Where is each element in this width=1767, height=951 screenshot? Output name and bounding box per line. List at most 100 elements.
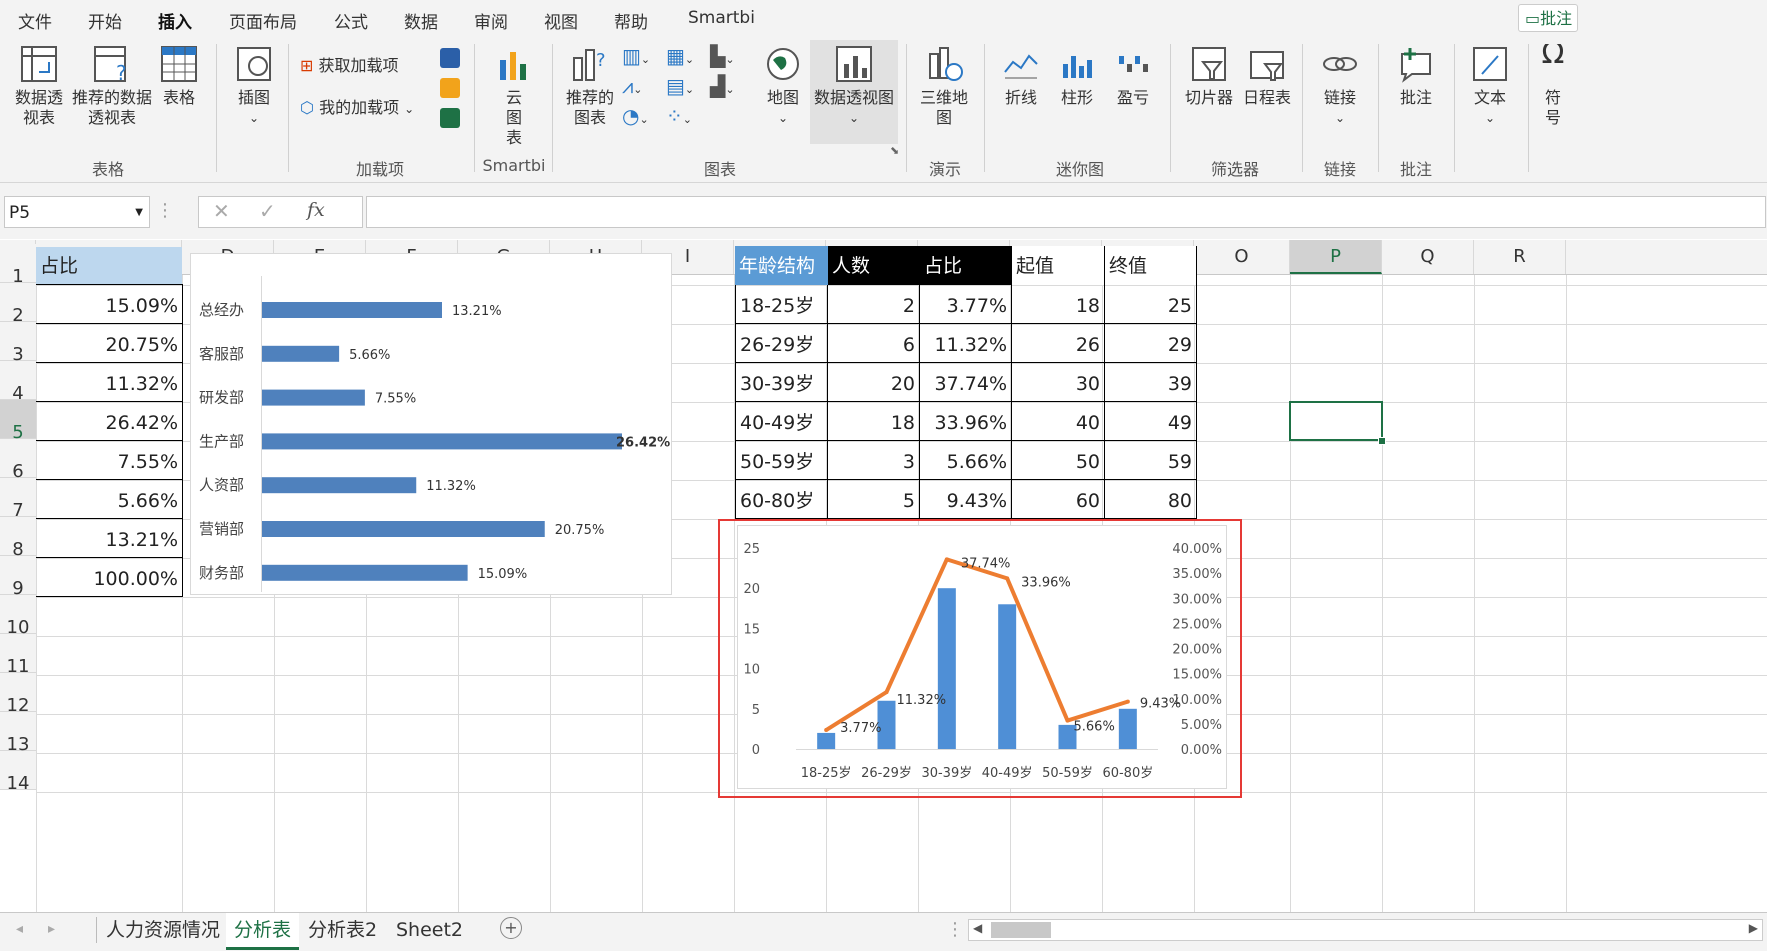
table-cell[interactable]: 60: [1012, 480, 1105, 519]
column-header[interactable]: Q: [1382, 240, 1474, 274]
map-chart-button[interactable]: 地图 ⌄: [758, 44, 808, 128]
sparkline-line-button[interactable]: 折线: [996, 44, 1046, 108]
statistic-chart-icon[interactable]: ▤⌄: [666, 74, 700, 100]
recommended-pivot-button[interactable]: ? 推荐的数据透视表: [72, 44, 152, 128]
row-header[interactable]: 13: [0, 712, 36, 755]
column-bar[interactable]: [998, 604, 1017, 749]
column-header[interactable]: R: [1474, 240, 1566, 274]
table-cell[interactable]: 33.96%: [920, 402, 1012, 441]
row-header[interactable]: 4: [0, 361, 36, 404]
table-cell[interactable]: 30: [1012, 363, 1105, 402]
scroll-left-arrow-icon[interactable]: ◀: [973, 921, 982, 935]
menu-file[interactable]: 文件: [18, 8, 52, 33]
bar[interactable]: [262, 345, 340, 362]
table-cell[interactable]: 30-39岁: [735, 363, 828, 402]
sheet-tab[interactable]: 人力资源情况: [106, 913, 220, 947]
table-cell[interactable]: 50-59岁: [735, 441, 828, 480]
menu-data[interactable]: 数据: [404, 8, 438, 33]
table-cell[interactable]: 3: [828, 441, 920, 480]
selected-cell-p5[interactable]: [1289, 401, 1383, 441]
link-button[interactable]: 链接 ⌄: [1312, 44, 1368, 128]
table-cell[interactable]: 5.66%: [920, 441, 1012, 480]
scatter-chart-icon[interactable]: ⁘⌄: [666, 104, 700, 130]
table-header-cell[interactable]: 起值: [1012, 246, 1105, 285]
line-point[interactable]: [1005, 576, 1010, 581]
dialog-launcher-icon[interactable]: ⬊: [890, 144, 899, 157]
recommended-charts-button[interactable]: ? 推荐的图表: [562, 44, 618, 128]
pie-chart-icon[interactable]: ◔⌄: [622, 104, 656, 130]
row-header[interactable]: 8: [0, 517, 36, 560]
symbol-button[interactable]: Ω 符号: [1538, 44, 1568, 128]
new-comment-button[interactable]: 批注: [1388, 44, 1444, 108]
line-series[interactable]: [825, 557, 1129, 732]
row-header[interactable]: 14: [0, 751, 36, 794]
row-header[interactable]: 3: [0, 322, 36, 365]
column-bar[interactable]: [817, 732, 836, 749]
table-cell[interactable]: 9.43%: [920, 480, 1012, 519]
get-addins-button[interactable]: ⊞ 获取加载项: [300, 56, 420, 76]
bar[interactable]: [262, 477, 417, 494]
table-cell[interactable]: 18: [1012, 285, 1105, 324]
cancel-icon[interactable]: ✕: [213, 199, 230, 223]
visio-icon[interactable]: [440, 108, 460, 128]
menu-smartbi[interactable]: Smartbi: [688, 8, 755, 28]
menu-review[interactable]: 审阅: [474, 8, 508, 33]
line-point[interactable]: [944, 557, 949, 562]
table-header-cell[interactable]: 终值: [1105, 246, 1197, 285]
row-header[interactable]: 9: [0, 556, 36, 599]
table-cell[interactable]: 25: [1105, 285, 1197, 324]
table-cell[interactable]: 18-25岁: [735, 285, 828, 324]
menu-page-layout[interactable]: 页面布局: [229, 8, 297, 33]
sparkline-column-button[interactable]: 柱形: [1052, 44, 1102, 108]
table-cell[interactable]: 50: [1012, 441, 1105, 480]
column-chart-icon[interactable]: ▥⌄: [622, 44, 656, 70]
sheet-tab[interactable]: Sheet2: [396, 913, 463, 947]
people-graph-icon[interactable]: [440, 48, 460, 68]
table-cell[interactable]: 2: [828, 285, 920, 324]
3d-map-button[interactable]: 三维地图: [916, 44, 972, 128]
table-cell[interactable]: 26: [1012, 324, 1105, 363]
row-header[interactable]: 5: [0, 400, 36, 443]
table-cell[interactable]: 49: [1105, 402, 1197, 441]
row-header[interactable]: 10: [0, 595, 36, 638]
table-button[interactable]: 表格: [154, 44, 204, 108]
bar[interactable]: [262, 433, 622, 450]
row-header[interactable]: 1: [0, 244, 36, 287]
age-combo-chart[interactable]: 0 5 10 15 20 25 0.00% 5.00% 10.00% 15.00% 20.00% 25…: [737, 525, 1227, 789]
name-box[interactable]: P5 ▼: [4, 196, 150, 228]
department-bar-chart[interactable]: 总经办 13.21% 客服部 5.66% 研发部 7.55% 生产部 26.42% 人资部 11.…: [190, 253, 672, 595]
table-cell[interactable]: 6: [828, 324, 920, 363]
row-header[interactable]: 7: [0, 478, 36, 521]
sparkline-winloss-button[interactable]: 盈亏: [1108, 44, 1158, 108]
cell-c1[interactable]: 占比: [36, 247, 182, 285]
add-sheet-icon[interactable]: +: [500, 917, 522, 939]
my-addins-button[interactable]: ⬡ 我的加载项 ⌄: [300, 98, 430, 119]
combo-chart-icon[interactable]: ▟⌄: [710, 74, 744, 100]
column-header[interactable]: O: [1194, 240, 1290, 274]
table-cell[interactable]: 11.32%: [920, 324, 1012, 363]
comment-button[interactable]: ▭批注: [1518, 4, 1578, 32]
pivot-chart-button[interactable]: 数据透视图 ⌄: [810, 40, 898, 144]
line-point[interactable]: [1125, 699, 1130, 704]
scrollbar-thumb[interactable]: [991, 922, 1051, 938]
line-chart-icon[interactable]: ⩘⌄: [622, 74, 656, 100]
timeline-button[interactable]: 日程表: [1238, 44, 1296, 108]
menu-home[interactable]: 开始: [88, 8, 122, 33]
row-header[interactable]: 6: [0, 439, 36, 482]
table-cell[interactable]: 20: [828, 363, 920, 402]
row-header[interactable]: 2: [0, 283, 36, 326]
illustrations-button[interactable]: 插图 ⌄: [228, 44, 280, 128]
more-tabs-icon[interactable]: ⋮: [946, 919, 964, 940]
table-cell[interactable]: 37.74%: [920, 363, 1012, 402]
hierarchy-chart-icon[interactable]: ▦⌄: [666, 44, 700, 70]
menu-help[interactable]: 帮助: [614, 8, 648, 33]
horizontal-scrollbar[interactable]: ◀ ▶: [968, 919, 1763, 941]
line-point[interactable]: [884, 690, 889, 695]
table-cell[interactable]: 29: [1105, 324, 1197, 363]
enter-icon[interactable]: ✓: [259, 199, 276, 223]
cloud-chart-button[interactable]: 云图表: [486, 44, 542, 148]
menu-view[interactable]: 视图: [544, 8, 578, 33]
table-header-cell[interactable]: 年龄结构: [735, 246, 828, 285]
line-point[interactable]: [1065, 718, 1070, 723]
table-cell[interactable]: 5: [828, 480, 920, 519]
